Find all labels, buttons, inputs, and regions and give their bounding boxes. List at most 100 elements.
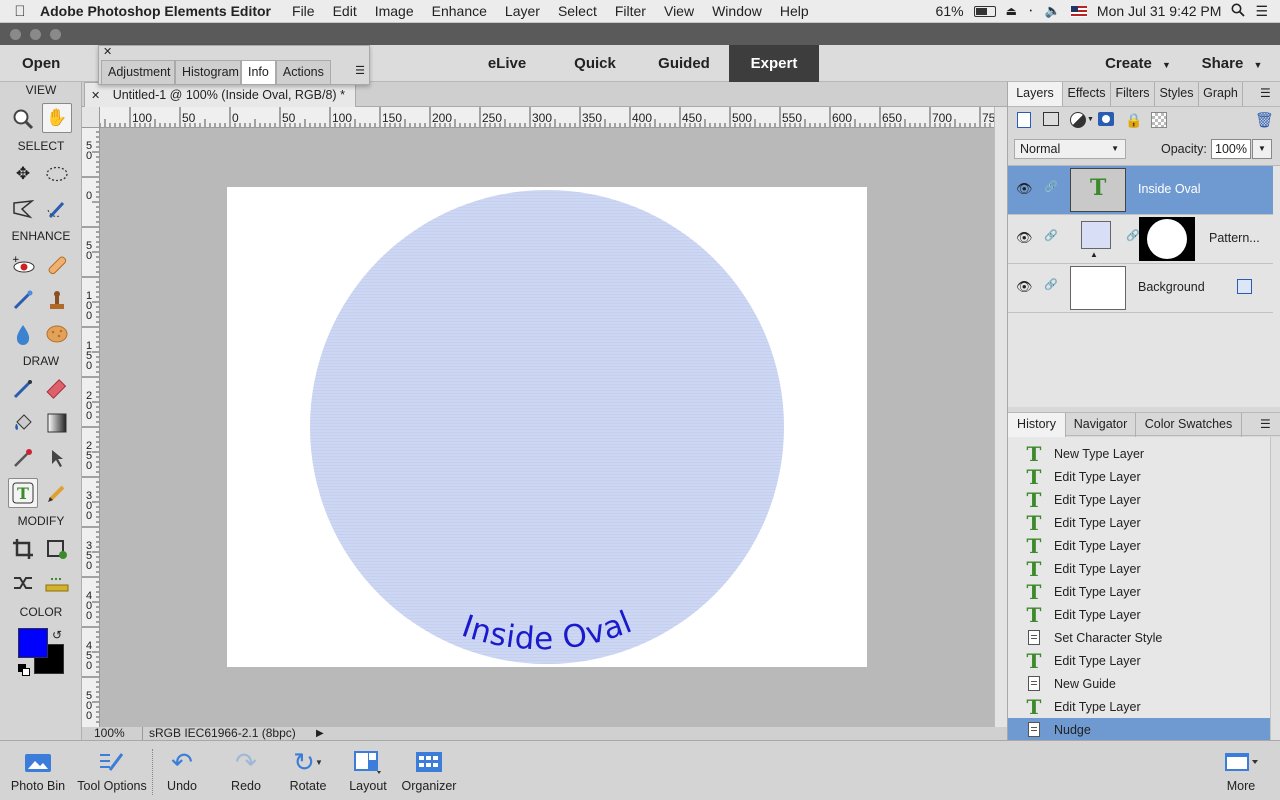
lock-all-icon[interactable]: 🔒 bbox=[1125, 112, 1142, 129]
mode-quick[interactable]: Quick bbox=[556, 45, 634, 82]
menu-select[interactable]: Select bbox=[549, 3, 606, 19]
paint-bucket-icon[interactable] bbox=[8, 408, 38, 438]
layer-row-inside-oval[interactable]: 👁 🔗 T Inside Oval bbox=[1008, 166, 1273, 215]
open-button[interactable]: Open ▼ bbox=[10, 45, 90, 107]
link-icon[interactable]: 🔗 bbox=[1044, 180, 1058, 193]
history-item[interactable]: T Edit Type Layer bbox=[1008, 557, 1270, 581]
layer-name[interactable]: Pattern... bbox=[1209, 231, 1260, 245]
create-button[interactable]: Create ▼ bbox=[1096, 45, 1180, 82]
content-aware-move-icon[interactable] bbox=[8, 568, 38, 598]
tool-options-button[interactable]: Tool Options bbox=[74, 745, 150, 799]
healing-brush-icon[interactable] bbox=[42, 250, 72, 280]
close-icon[interactable]: ✕ bbox=[103, 46, 112, 58]
battery-icon[interactable] bbox=[973, 5, 996, 17]
pencil-tool-icon[interactable] bbox=[42, 478, 72, 508]
link-icon[interactable]: 🔗 bbox=[1044, 229, 1058, 242]
custom-shape-pointer-icon[interactable] bbox=[42, 443, 72, 473]
history-item[interactable]: Set Character Style bbox=[1008, 626, 1270, 649]
eye-icon[interactable]: 👁 bbox=[1016, 181, 1033, 197]
opacity-input[interactable]: 100% bbox=[1211, 139, 1251, 159]
delete-layer-icon[interactable]: 🗑 bbox=[1255, 111, 1274, 129]
tab-actions[interactable]: Actions bbox=[275, 60, 331, 84]
panel-menu-icon[interactable]: ☰ bbox=[355, 64, 365, 77]
zoom-window-button[interactable] bbox=[50, 29, 61, 40]
history-item[interactable]: T New Type Layer bbox=[1008, 442, 1270, 466]
history-item-partial[interactable]: T bbox=[1008, 437, 1270, 440]
layer-row-background[interactable]: 👁 🔗 Background bbox=[1008, 264, 1273, 313]
tab-layers[interactable]: Layers bbox=[1008, 82, 1063, 106]
menu-edit[interactable]: Edit bbox=[324, 3, 366, 19]
close-window-button[interactable] bbox=[10, 29, 21, 40]
more-button[interactable]: More bbox=[1214, 745, 1268, 799]
hand-tool-icon[interactable]: ✋ bbox=[42, 103, 72, 133]
menu-layer[interactable]: Layer bbox=[496, 3, 549, 19]
eraser-tool-icon[interactable] bbox=[42, 374, 72, 404]
apple-menu-icon[interactable]:  bbox=[0, 3, 40, 20]
lasso-tool-icon[interactable] bbox=[8, 194, 38, 224]
adjustment-layer-icon[interactable] bbox=[1070, 112, 1086, 128]
zoom-level[interactable]: 100% bbox=[94, 727, 125, 740]
foreground-color-swatch[interactable] bbox=[18, 628, 48, 658]
swap-colors-icon[interactable]: ↺ bbox=[52, 628, 62, 642]
lock-transparent-icon[interactable] bbox=[1151, 112, 1167, 128]
menu-filter[interactable]: Filter bbox=[606, 3, 655, 19]
history-item[interactable]: Nudge bbox=[1008, 718, 1270, 740]
tab-info[interactable]: Info bbox=[241, 60, 276, 84]
eyedropper-icon[interactable] bbox=[8, 443, 38, 473]
clock[interactable]: Mon Jul 31 9:42 PM bbox=[1097, 3, 1222, 19]
menu-image[interactable]: Image bbox=[366, 3, 423, 19]
new-group-icon[interactable] bbox=[1043, 112, 1059, 126]
layout-button[interactable]: Layout bbox=[344, 745, 392, 799]
tab-styles[interactable]: Styles bbox=[1155, 82, 1199, 106]
vertical-scrollbar[interactable] bbox=[994, 107, 1007, 727]
chevron-down-icon[interactable]: ▼ bbox=[1087, 116, 1094, 123]
history-item[interactable]: T Edit Type Layer bbox=[1008, 465, 1270, 489]
blend-mode-select[interactable]: Normal ▼ bbox=[1014, 139, 1126, 159]
gradient-tool-icon[interactable] bbox=[42, 408, 72, 438]
tab-histogram[interactable]: Histogram bbox=[175, 60, 241, 84]
history-item[interactable]: T Edit Type Layer bbox=[1008, 580, 1270, 604]
lock-icon[interactable] bbox=[1237, 279, 1252, 294]
link-icon[interactable]: 🔗 bbox=[1044, 278, 1058, 291]
crop-tool-icon[interactable] bbox=[8, 534, 38, 564]
volume-icon[interactable]: 🔈 bbox=[1045, 3, 1061, 19]
layer-row-pattern[interactable]: 👁 🔗 ▲ 🔗 Pattern... bbox=[1008, 215, 1273, 264]
mode-expert[interactable]: Expert bbox=[729, 45, 819, 82]
panel-menu-icon[interactable]: ☰ bbox=[1260, 86, 1271, 100]
eject-icon[interactable]: ⏏ bbox=[1006, 4, 1017, 18]
tab-effects[interactable]: Effects bbox=[1063, 82, 1111, 106]
spotlight-search-icon[interactable] bbox=[1231, 3, 1246, 20]
tab-navigator[interactable]: Navigator bbox=[1066, 413, 1136, 437]
eye-icon[interactable]: 👁 bbox=[1016, 279, 1033, 295]
clone-stamp-icon[interactable] bbox=[42, 285, 72, 315]
document-canvas[interactable]: Inside Oval bbox=[227, 187, 867, 667]
smart-brush-icon[interactable] bbox=[8, 285, 38, 315]
straighten-tool-icon[interactable] bbox=[42, 568, 72, 598]
panel-menu-icon[interactable]: ☰ bbox=[1260, 417, 1271, 431]
tab-graphics[interactable]: Graph bbox=[1199, 82, 1243, 106]
tab-color-swatches[interactable]: Color Swatches bbox=[1136, 413, 1242, 437]
flag-icon[interactable] bbox=[1070, 5, 1087, 17]
menu-help[interactable]: Help bbox=[771, 3, 818, 19]
mode-guided[interactable]: Guided bbox=[645, 45, 723, 82]
mode-elive[interactable]: eLive bbox=[468, 45, 546, 82]
history-item[interactable]: T Edit Type Layer bbox=[1008, 534, 1270, 558]
history-item[interactable]: T Edit Type Layer bbox=[1008, 695, 1270, 719]
tab-filters[interactable]: Filters bbox=[1111, 82, 1155, 106]
blur-tool-icon[interactable] bbox=[8, 319, 38, 349]
zoom-tool-icon[interactable] bbox=[8, 104, 38, 134]
minimize-window-button[interactable] bbox=[30, 29, 41, 40]
undo-button[interactable]: ↶ Undo bbox=[158, 745, 206, 799]
redo-button[interactable]: ↷ Redo bbox=[222, 745, 270, 799]
quick-selection-icon[interactable] bbox=[42, 194, 72, 224]
menu-enhance[interactable]: Enhance bbox=[423, 3, 496, 19]
recompose-tool-icon[interactable] bbox=[42, 534, 72, 564]
history-item[interactable]: T Edit Type Layer bbox=[1008, 603, 1270, 627]
eye-icon[interactable]: 👁 bbox=[1016, 230, 1033, 246]
opacity-dropdown[interactable]: ▼ bbox=[1252, 139, 1272, 159]
brush-tool-icon[interactable] bbox=[8, 374, 38, 404]
elliptical-marquee-icon[interactable] bbox=[42, 159, 72, 189]
history-item[interactable]: T Edit Type Layer bbox=[1008, 511, 1270, 535]
history-item[interactable]: T Edit Type Layer bbox=[1008, 649, 1270, 673]
close-icon[interactable]: ✕ bbox=[91, 90, 100, 102]
